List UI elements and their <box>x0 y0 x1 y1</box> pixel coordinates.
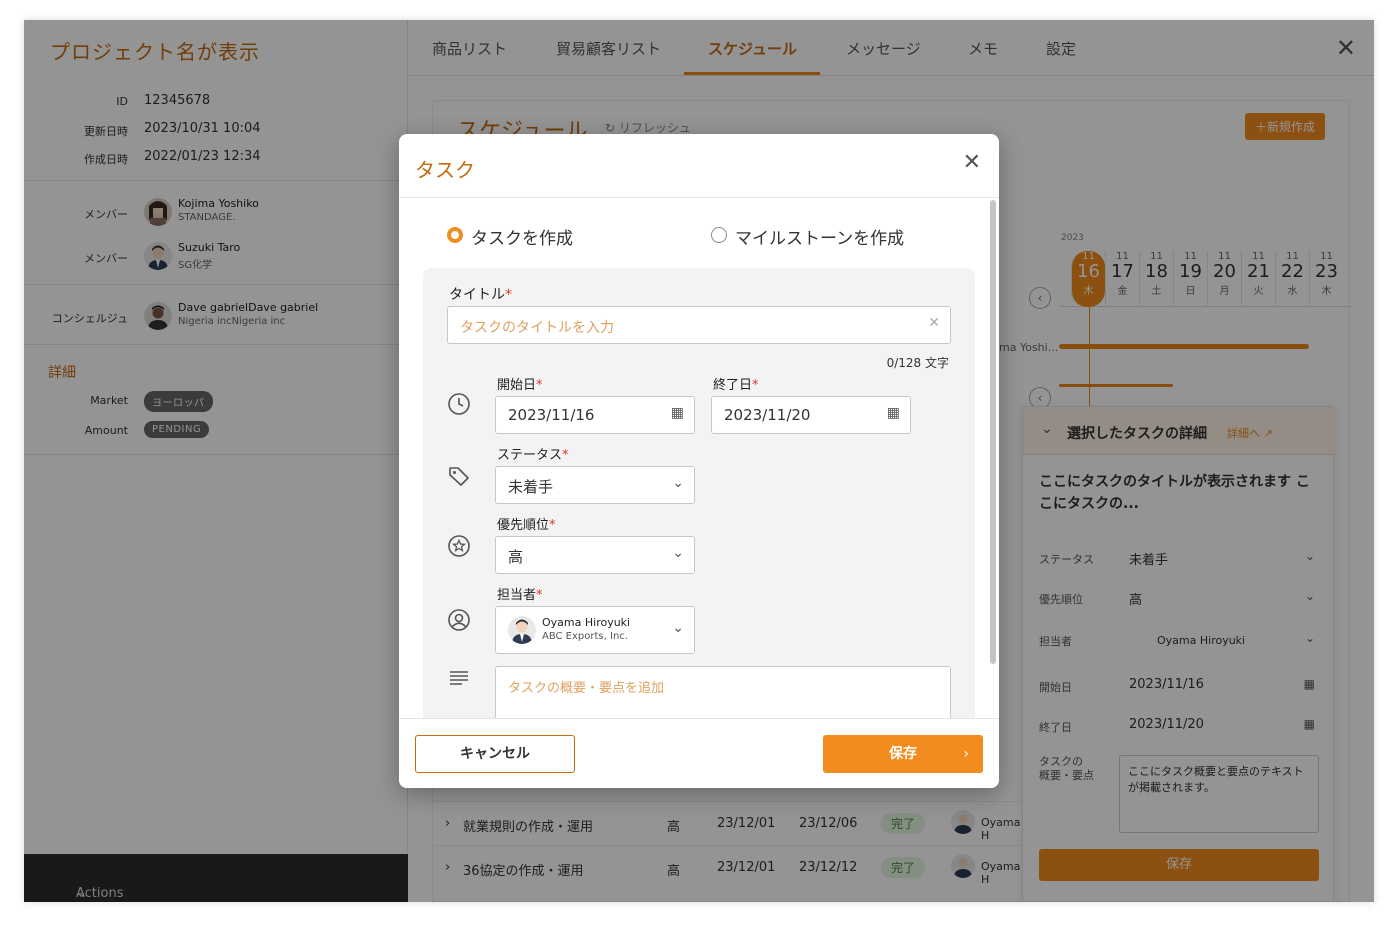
status-select[interactable]: 未着手 ⌄ <box>495 466 695 504</box>
title-label: タイトル* <box>449 284 512 304</box>
required-mark: * <box>549 518 556 533</box>
clear-icon[interactable]: ✕ <box>928 315 940 331</box>
priority-select[interactable]: 高 ⌄ <box>495 536 695 574</box>
chevron-down-icon: ⌄ <box>672 545 684 561</box>
summary-textarea[interactable]: タスクの概要・要点を追加 <box>495 666 951 718</box>
save-button[interactable]: 保存 › <box>823 735 983 773</box>
calendar-icon[interactable]: ▦ <box>671 405 684 421</box>
chevron-down-icon: ⌄ <box>672 620 684 636</box>
priority-label: 優先順位* <box>497 514 556 533</box>
status-label-text: ステータス <box>497 448 563 463</box>
start-date-value: 2023/11/16 <box>508 406 595 424</box>
required-mark: * <box>536 378 543 393</box>
required-mark: * <box>562 448 569 463</box>
cancel-button[interactable]: キャンセル <box>415 735 575 773</box>
modal-header: タスク ✕ <box>399 134 999 198</box>
assignee-org: ABC Exports, Inc. <box>542 631 628 642</box>
radio-selected <box>447 227 463 243</box>
title-label-text: タイトル <box>449 287 505 303</box>
char-counter: 0/128 文字 <box>886 356 949 370</box>
assignee-label-text: 担当者 <box>497 588 537 603</box>
start-label-text: 開始日 <box>497 378 537 393</box>
assignee-name: Oyama Hiroyuki <box>542 616 631 629</box>
status-value: 未着手 <box>508 478 554 496</box>
modal-body: タスクを作成 マイルストーンを作成 タイトル* タスクのタイトルを入力 ✕ 0/… <box>399 198 999 718</box>
start-date-field[interactable]: 2023/11/16 ▦ <box>495 396 695 434</box>
scrollbar[interactable] <box>990 200 996 664</box>
required-mark: * <box>536 588 543 603</box>
close-icon[interactable]: ✕ <box>963 152 981 174</box>
title-placeholder: タスクのタイトルを入力 <box>460 320 614 336</box>
priority-label-text: 優先順位 <box>497 518 550 533</box>
assignee-label: 担当者* <box>497 584 543 603</box>
required-mark: * <box>505 287 512 303</box>
end-label-text: 終了日 <box>713 378 753 393</box>
radio-unselected <box>711 227 727 243</box>
tag-icon <box>447 464 471 488</box>
modal-title: タスク <box>415 158 475 182</box>
radio-label: タスクを作成 <box>471 229 573 249</box>
start-label: 開始日* <box>497 374 543 393</box>
end-date-value: 2023/11/20 <box>724 406 811 424</box>
summary-placeholder: タスクの概要・要点を追加 <box>508 681 665 696</box>
clock-icon <box>447 392 471 416</box>
user-circle-icon <box>447 608 471 632</box>
end-label: 終了日* <box>713 374 759 393</box>
radio-label: マイルストーンを作成 <box>735 229 905 249</box>
calendar-icon[interactable]: ▦ <box>887 405 900 421</box>
status-label: ステータス* <box>497 444 569 463</box>
priority-value: 高 <box>508 548 524 566</box>
star-badge-icon <box>447 534 471 558</box>
chevron-down-icon: ⌄ <box>672 475 684 491</box>
task-form: タイトル* タスクのタイトルを入力 ✕ 0/128 文字 開始日* 2023/1… <box>423 268 975 718</box>
chevron-right-icon: › <box>963 746 969 762</box>
avatar <box>508 616 536 644</box>
task-modal: タスク ✕ タスクを作成 マイルストーンを作成 タイトル* タスクのタイトルを入… <box>399 134 999 788</box>
modal-footer: キャンセル 保存 › <box>399 718 999 788</box>
assignee-select[interactable]: Oyama Hiroyuki ABC Exports, Inc. ⌄ <box>495 606 695 654</box>
text-lines-icon <box>447 666 471 690</box>
title-input[interactable]: タスクのタイトルを入力 ✕ <box>447 306 951 344</box>
required-mark: * <box>752 378 759 393</box>
end-date-field[interactable]: 2023/11/20 ▦ <box>711 396 911 434</box>
save-label: 保存 <box>889 746 917 762</box>
